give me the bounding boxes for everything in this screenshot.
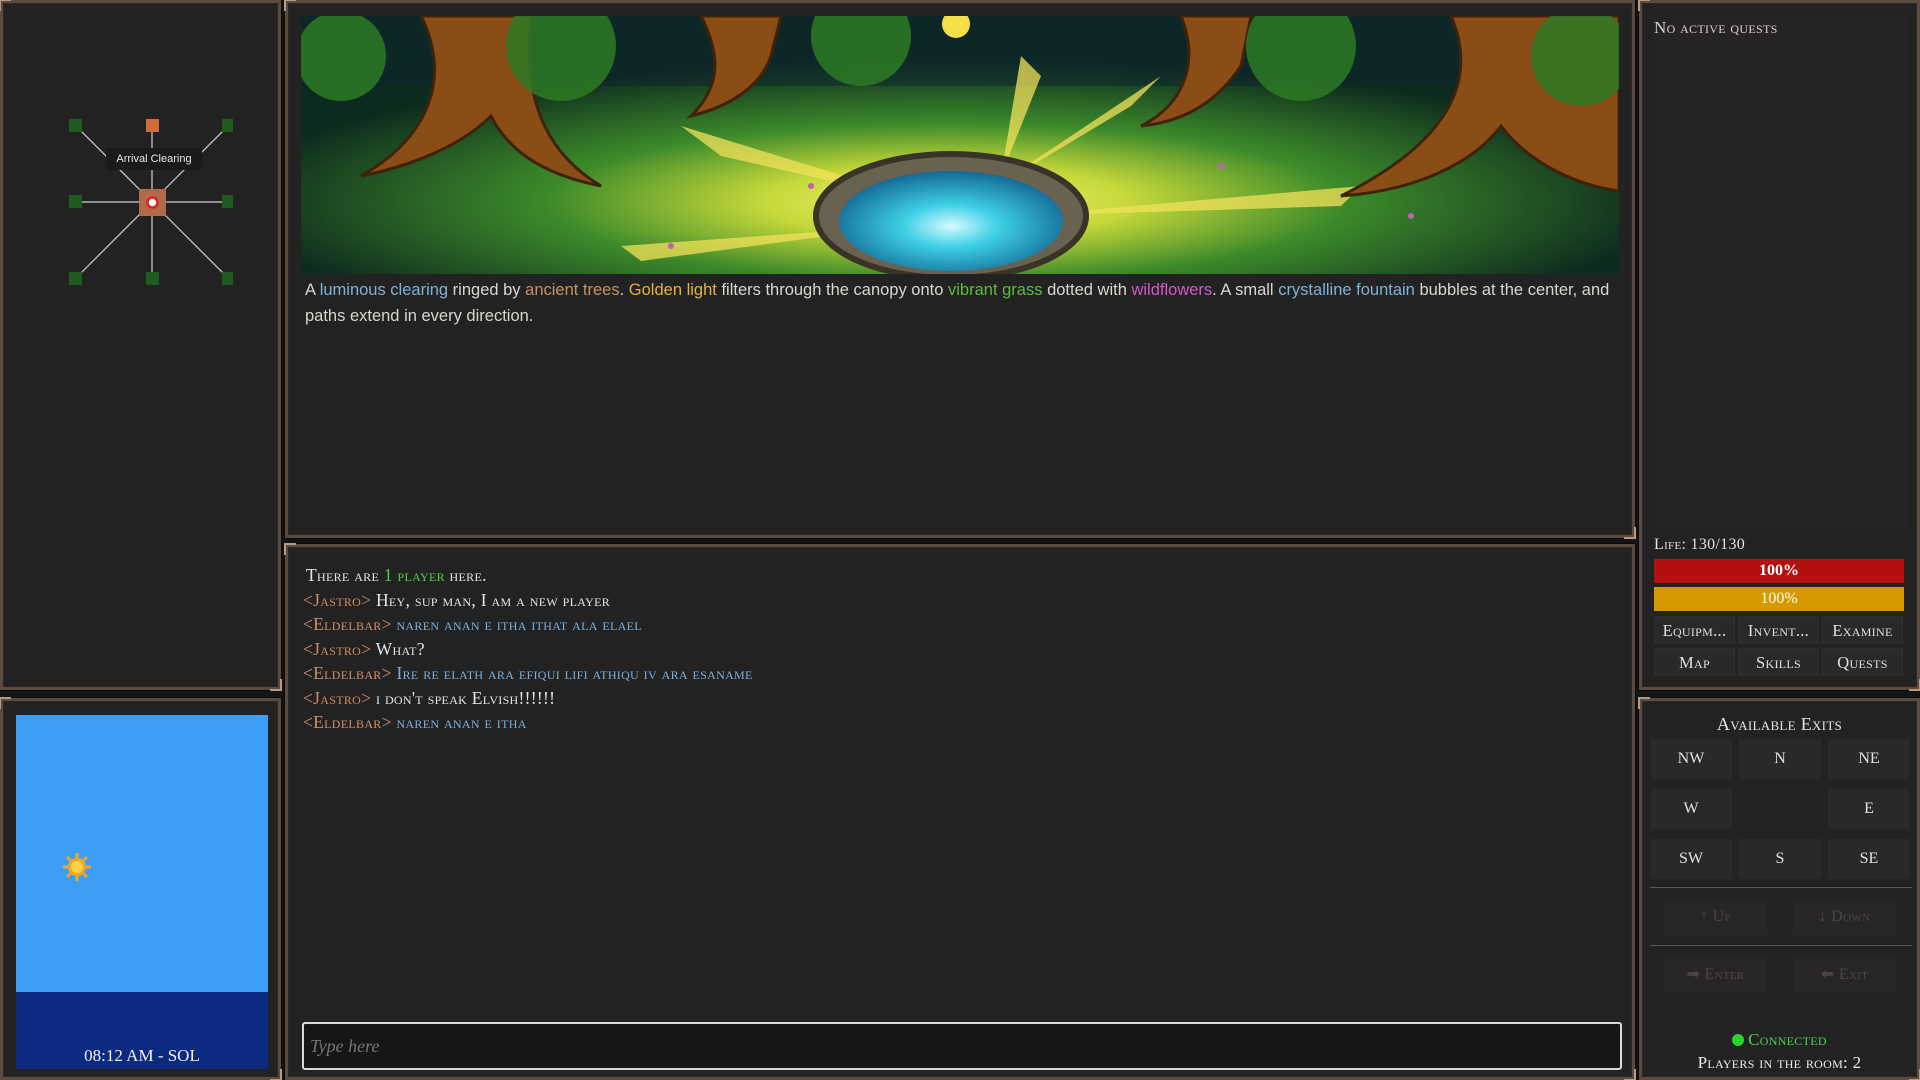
skills-button[interactable]: Skills (1738, 648, 1819, 676)
chat-speaker[interactable]: <Eldelbar> (303, 663, 392, 683)
connection-status: Connected (1642, 1030, 1917, 1050)
presence-prefix: There are (306, 565, 384, 585)
room-panel: A luminous clearing ringed by ancient tr… (284, 0, 1636, 539)
description-text: ringed by (448, 281, 526, 299)
exit-se-button[interactable]: SE (1828, 839, 1910, 879)
sun-icon (63, 853, 91, 881)
exit-down-button[interactable]: ↓ Down (1793, 899, 1896, 935)
chat-text: What? (375, 638, 425, 659)
player-count[interactable]: 1 player (384, 565, 445, 585)
chat-messages: <Jastro> Hey, sup man, I am a new player… (303, 588, 1603, 735)
chat-text: Ire re elath ara efiqui lifi athiqu iv a… (396, 663, 753, 683)
chat-message: <Jastro> Hey, sup man, I am a new player (303, 588, 1603, 613)
chat-message: <Eldelbar> naren anan e itha ithat ala e… (303, 612, 1603, 637)
sky (16, 715, 268, 992)
chat-message: <Jastro> What? (303, 637, 1603, 662)
description-keyword[interactable]: crystalline fountain (1278, 281, 1415, 299)
minimap-room-nw[interactable] (69, 119, 82, 132)
map-button[interactable]: Map (1654, 648, 1735, 676)
chat-speaker[interactable]: <Jastro> (303, 688, 371, 708)
description-keyword[interactable]: luminous clearing (320, 281, 448, 299)
description-text: dotted with (1042, 281, 1132, 299)
minimap-room-sw[interactable] (69, 272, 82, 285)
chat-input[interactable] (302, 1022, 1622, 1070)
exits-panel: Available Exits NW N NE W E SW S SE ↑ Up… (1638, 697, 1920, 1080)
minimap-room-tooltip: Arrival Clearing (106, 148, 202, 170)
chat-speaker[interactable]: <Jastro> (303, 590, 371, 610)
exits-divider-1 (1650, 887, 1912, 888)
description-text: filters through the canopy onto (716, 281, 949, 299)
player-marker-icon (146, 196, 159, 209)
exit-w-button[interactable]: W (1650, 789, 1732, 829)
connection-dot-icon (1732, 1034, 1745, 1046)
presence-suffix: here. (444, 565, 487, 585)
exits-divider-2 (1650, 945, 1912, 946)
vertical-exits: ↑ Up ↓ Down (1664, 899, 1896, 935)
description-text: A (305, 281, 320, 299)
minimap-room-n[interactable] (146, 119, 159, 132)
players-in-room: Players in the room: 2 (1697, 1053, 1862, 1072)
exit-nw-button[interactable]: NW (1650, 739, 1732, 779)
chat-text: i don't speak Elvish!!!!!! (375, 687, 556, 708)
time-of-day: 08:12 AM - SOL (84, 1046, 200, 1065)
portal-exits: ➡ Enter ⬅ Exit (1664, 957, 1896, 993)
equipment-button[interactable]: Equipm... (1654, 616, 1735, 644)
chat-speaker[interactable]: <Eldelbar> (303, 614, 392, 634)
stamina-percent: 100% (1760, 590, 1798, 607)
examine-button[interactable]: Examine (1822, 616, 1903, 644)
exit-e-button[interactable]: E (1828, 789, 1910, 829)
description-keyword[interactable]: vibrant grass (948, 281, 1042, 299)
enter-button[interactable]: ➡ Enter (1664, 957, 1767, 993)
minimap-panel: Arrival Clearing (0, 0, 282, 691)
room-description: A luminous clearing ringed by ancient tr… (305, 277, 1623, 329)
description-keyword[interactable]: Golden light (629, 281, 717, 299)
minimap-room-se[interactable] (222, 272, 233, 285)
room-scene-image (301, 16, 1619, 274)
chat-text: naren anan e itha ithat ala elael (396, 614, 642, 634)
exits-title: Available Exits (1716, 714, 1843, 734)
status-panel: No active quests Life: 130/130 100% 100%… (1638, 0, 1920, 691)
chat-message: <Eldelbar> naren anan e itha (303, 710, 1603, 735)
presence-line: There are 1 player here. (303, 563, 1603, 588)
chat-message: <Jastro> i don't speak Elvish!!!!!! (303, 686, 1603, 711)
connection-label: Connected (1748, 1030, 1827, 1049)
description-keyword[interactable]: ancient trees (525, 281, 619, 299)
description-text: . (619, 281, 629, 299)
quests-button[interactable]: Quests (1822, 648, 1903, 676)
minimap-room-s[interactable] (146, 272, 159, 285)
chat-text: Hey, sup man, I am a new player (375, 589, 611, 610)
minimap-room-ne[interactable] (222, 119, 233, 132)
description-text: . A small (1212, 281, 1279, 299)
life-percent: 100% (1759, 562, 1799, 579)
exit-up-button[interactable]: ↑ Up (1664, 899, 1767, 935)
exit-center-empty (1739, 789, 1821, 829)
exit-sw-button[interactable]: SW (1650, 839, 1732, 879)
minimap-nodes[interactable] (63, 113, 233, 293)
chat-panel: There are 1 player here. <Jastro> Hey, s… (284, 543, 1636, 1080)
life-label: Life: 130/130 (1654, 536, 1746, 553)
life-bar: 100% (1654, 559, 1904, 583)
minimap-room-e[interactable] (222, 195, 233, 208)
command-buttons: Equipm... Invent... Examine Map Skills Q… (1654, 616, 1910, 676)
quests-box: No active quests (1654, 15, 1908, 530)
description-keyword[interactable]: wildflowers (1131, 281, 1212, 299)
chat-text: naren anan e itha (396, 712, 527, 732)
chat-message: <Eldelbar> Ire re elath ara efiqui lifi … (303, 661, 1603, 686)
inventory-button[interactable]: Invent... (1738, 616, 1819, 644)
exit-ne-button[interactable]: NE (1828, 739, 1910, 779)
chat-speaker[interactable]: <Jastro> (303, 639, 371, 659)
chat-speaker[interactable]: <Eldelbar> (303, 712, 392, 732)
exit-s-button[interactable]: S (1739, 839, 1821, 879)
leave-button[interactable]: ⬅ Exit (1793, 957, 1896, 993)
minimap-room-w[interactable] (69, 195, 82, 208)
chat-log: There are 1 player here. <Jastro> Hey, s… (303, 563, 1603, 735)
stamina-bar: 100% (1654, 587, 1904, 611)
day-cycle-panel: 08:12 AM - SOL (0, 697, 282, 1080)
exit-grid: NW N NE W E SW S SE (1650, 739, 1912, 879)
exit-n-button[interactable]: N (1739, 739, 1821, 779)
active-quests-text: No active quests (1654, 18, 1778, 37)
